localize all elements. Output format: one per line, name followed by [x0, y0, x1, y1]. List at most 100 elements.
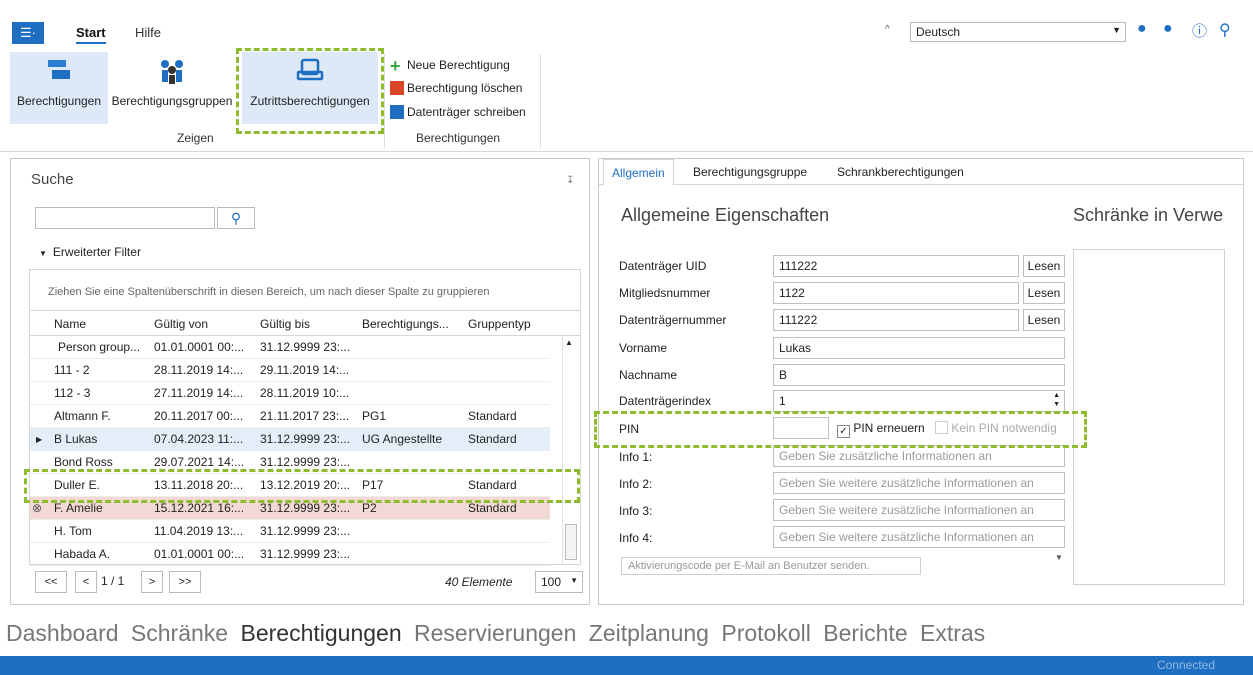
app-menu-button[interactable]: ☰· [12, 22, 44, 44]
collapse-ribbon-icon[interactable]: ^ [885, 24, 890, 35]
table-row[interactable]: Person group... 01.01.0001 00:... 31.12.99… [30, 336, 550, 359]
tab-start[interactable]: Start [76, 25, 106, 44]
current-row-indicator-icon: ▶ [36, 435, 43, 444]
trash-icon [390, 81, 404, 95]
col-name[interactable]: Name [54, 317, 86, 331]
pager-last[interactable]: >> [169, 571, 201, 593]
nav-extras[interactable]: Extras [920, 620, 985, 646]
table-cell: 112 - 3 [54, 386, 91, 400]
table-cell: 31.12.9999 23:... [260, 547, 351, 561]
key-icon[interactable]: ⚲ [1219, 20, 1231, 40]
col-gruppentyp[interactable]: Gruppentyp [468, 317, 531, 331]
table-cell: H. Tom [54, 524, 92, 538]
datentraeger-schreiben-button[interactable]: Datenträger schreiben [390, 105, 526, 125]
table-cell: 111 - 2 [54, 363, 90, 377]
nav-zeitplanung[interactable]: Zeitplanung [589, 620, 709, 646]
uid-input[interactable]: 111222 [773, 255, 1019, 277]
table-cell: 31.12.9999 23:... [260, 340, 351, 354]
info4-input[interactable]: Geben Sie weitere zusätzliche Informatio… [773, 526, 1065, 548]
tab-hilfe[interactable]: Hilfe [135, 25, 161, 40]
connection-status: Connected [1156, 658, 1215, 672]
nav-protokoll[interactable]: Protokoll [721, 620, 810, 646]
stepper-arrows-icon[interactable]: ▲ ▼ [1053, 391, 1060, 409]
info2-input[interactable]: Geben Sie weitere zusätzliche Informatio… [773, 472, 1065, 494]
highlight-zutritt [236, 48, 384, 134]
mitglied-input[interactable]: 1122 [773, 282, 1019, 304]
user-icon[interactable]: ● [1137, 20, 1147, 38]
label-vorname: Vorname [619, 341, 668, 355]
pager-prev[interactable]: < [75, 571, 97, 593]
aktivierung-button[interactable]: Aktivierungscode per E-Mail an Benutzer … [621, 557, 921, 575]
side-heading: Schränke in Verwe [1073, 205, 1224, 225]
user-settings-icon[interactable]: ● [1163, 20, 1173, 38]
nav-dashboard[interactable]: Dashboard [6, 620, 119, 646]
help-icon[interactable]: ⓘ [1192, 20, 1207, 41]
element-count: 40 Elemente [445, 575, 513, 589]
berechtigungsgruppen-button[interactable]: Berechtigungsgruppen [110, 52, 234, 124]
search-panel: Suche ↧ ⚲ ▼ Erweiterter Filter Ziehen Sie… [10, 158, 590, 605]
index-stepper[interactable]: 1 ▲ ▼ [773, 390, 1065, 412]
table-cell: 01.01.0001 00:... [154, 340, 245, 354]
tab-schrankberechtigungen[interactable]: Schrankberechtigungen [837, 165, 964, 179]
table-row[interactable]: Habada A. 01.01.0001 00:... 31.12.9999 23:… [30, 543, 550, 566]
search-icon[interactable]: ⚲ [217, 207, 255, 229]
scrollbar[interactable]: ▲ [562, 336, 578, 564]
table-row[interactable]: 111 - 2 28.11.2019 14:... 29.11.2019 14:..… [30, 359, 550, 382]
lesen-uid-button[interactable]: Lesen [1023, 255, 1065, 277]
pager-next[interactable]: > [141, 571, 163, 593]
page-size-select[interactable]: 100 ▼ [535, 571, 583, 593]
table-row[interactable]: 112 - 3 27.11.2019 14:... 28.11.2019 10:..… [30, 382, 550, 405]
pager-first[interactable]: << [35, 571, 67, 593]
col-gueltig-bis[interactable]: Gültig bis [260, 317, 310, 331]
erweiterter-filter[interactable]: ▼ Erweiterter Filter [39, 245, 141, 259]
berechtigungsgruppen-label: Berechtigungsgruppen [111, 94, 233, 108]
neue-berechtigung-button[interactable]: + Neue Berechtigung [390, 57, 510, 78]
vorname-input[interactable]: Lukas [773, 337, 1065, 359]
lesen-mitglied-button[interactable]: Lesen [1023, 282, 1065, 304]
nav-schraenke[interactable]: Schränke [131, 620, 228, 646]
col-berechtigungs[interactable]: Berechtigungs... [362, 317, 449, 331]
card-write-icon [390, 105, 404, 119]
scroll-thumb[interactable] [565, 524, 577, 560]
nav-berechtigungen[interactable]: Berechtigungen [240, 620, 401, 646]
table-row[interactable]: Altmann F. 20.11.2017 00:... 21.11.2017 23… [30, 405, 550, 428]
nav-reservierungen[interactable]: Reservierungen [414, 620, 576, 646]
search-input[interactable] [35, 207, 215, 229]
table-cell: 31.12.9999 23:... [260, 432, 351, 446]
pin-icon[interactable]: ↧ [566, 175, 574, 186]
pager-page: 1 / 1 [101, 574, 125, 588]
group-icon [161, 60, 183, 84]
bottom-nav: Dashboard Schränke Berechtigungen Reserv… [0, 620, 1253, 654]
chevron-down-icon: ▼ [570, 576, 578, 585]
info1-input[interactable]: Geben Sie zusätzliche Informationen an [773, 445, 1065, 467]
dtnr-input[interactable]: 111222 [773, 309, 1019, 331]
lesen-dtnr-button[interactable]: Lesen [1023, 309, 1065, 331]
label-mitglied: Mitgliedsnummer [619, 286, 711, 300]
table-cell: 31.12.9999 23:... [260, 524, 351, 538]
ribbon: ☰· Start Hilfe Berechtigungen Berechtigu… [0, 0, 1253, 152]
data-grid: Ziehen Sie eine Spaltenüberschrift in di… [29, 269, 581, 566]
nachname-input[interactable]: B [773, 364, 1065, 386]
table-row[interactable]: ▶ B Lukas 07.04.2023 11:... 31.12.9999 23:.… [30, 428, 550, 451]
label-info2: Info 2: [619, 477, 653, 491]
group-hint: Ziehen Sie eine Spaltenüberschrift in di… [48, 286, 490, 298]
language-value: Deutsch [916, 25, 961, 39]
scroll-up-icon[interactable]: ▲ [565, 338, 573, 347]
berechtigungen-button[interactable]: Berechtigungen [10, 52, 108, 124]
info3-input[interactable]: Geben Sie weitere zusätzliche Informatio… [773, 499, 1065, 521]
language-select[interactable]: Deutsch ▼ [910, 22, 1126, 42]
grid-body: Person group... 01.01.0001 00:... 31.12.99… [30, 336, 560, 566]
detail-panel: Allgemein Berechtigungsgruppe Schrankber… [598, 158, 1244, 605]
ribbon-separator [384, 54, 385, 148]
tab-berechtigungsgruppe[interactable]: Berechtigungsgruppe [693, 165, 807, 179]
status-bar: Connected [0, 656, 1253, 675]
label-nachname: Nachname [619, 368, 678, 382]
scroll-down-icon[interactable]: ▼ [1055, 553, 1063, 562]
berechtigungen-label: Berechtigungen [16, 94, 102, 108]
table-row[interactable]: H. Tom 11.04.2019 13:... 31.12.9999 23:... [30, 520, 550, 543]
berechtigung-loeschen-button[interactable]: Berechtigung löschen [390, 81, 522, 101]
col-gueltig-von[interactable]: Gültig von [154, 317, 208, 331]
nav-berichte[interactable]: Berichte [823, 620, 907, 646]
label-dtnr: Datenträgernummer [619, 313, 727, 327]
tab-allgemein[interactable]: Allgemein [603, 159, 674, 186]
